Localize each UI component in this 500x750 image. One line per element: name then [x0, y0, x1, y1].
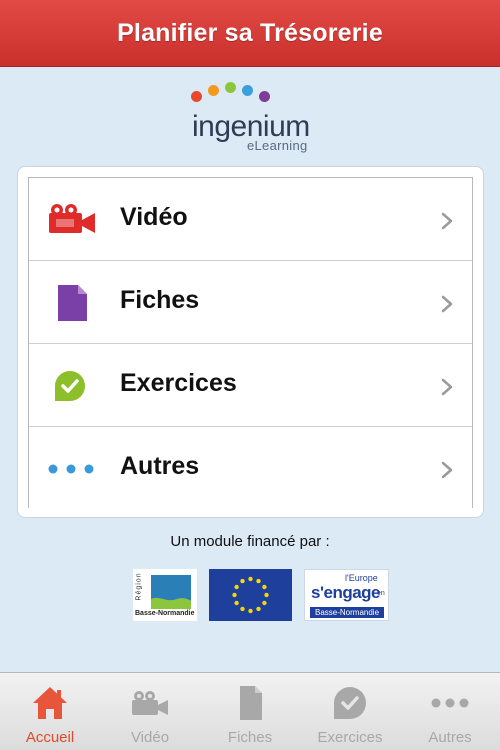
video-camera-icon: [132, 691, 168, 715]
home-icon: [33, 687, 67, 719]
tab-label: Autres: [428, 729, 472, 746]
tab-label: Accueil: [25, 729, 75, 746]
main-menu-list: Vidéo Fiches Exercices Autres: [28, 177, 473, 510]
menu-item-label: Vidéo: [120, 203, 188, 231]
menu-item-label: Fiches: [120, 286, 200, 314]
logo-subtitle: eLearning: [247, 138, 308, 153]
tab-accueil[interactable]: Accueil: [0, 673, 100, 750]
tab-video[interactable]: Vidéo: [100, 673, 200, 750]
tab-exercices[interactable]: Exercices: [300, 673, 400, 750]
region-name: Basse-Normandie: [135, 610, 195, 617]
region-vertical-label: Région: [135, 572, 143, 601]
menu-item-exercices[interactable]: Exercices: [29, 344, 472, 427]
chevron-right-icon: [441, 461, 453, 479]
page-title: Planifier sa Trésorerie: [117, 18, 383, 47]
europe-engage-top: l'Europe: [345, 573, 378, 583]
chevron-right-icon: [441, 295, 453, 313]
logo-dot-orange: [208, 85, 219, 96]
more-dots-icon: [431, 698, 469, 708]
region-logo: Région Basse-Normandie: [133, 569, 197, 621]
europe-engage-middle: s'engage: [311, 583, 381, 602]
menu-item-autres[interactable]: Autres: [29, 427, 472, 510]
video-camera-icon: [49, 204, 95, 233]
document-icon: [240, 686, 262, 720]
logo-dot-green: [225, 82, 236, 93]
menu-item-video[interactable]: Vidéo: [29, 178, 472, 261]
tab-label: Fiches: [227, 729, 273, 746]
document-icon: [58, 285, 87, 321]
more-dots-icon: [48, 464, 94, 474]
logo-dot-blue: [242, 85, 253, 96]
tab-label: Exercices: [317, 729, 383, 746]
tab-fiches[interactable]: Fiches: [200, 673, 300, 750]
menu-item-fiches[interactable]: Fiches: [29, 261, 472, 344]
tab-label: Vidéo: [130, 729, 170, 746]
logo-dot-red: [191, 91, 202, 102]
funding-caption: Un module financé par :: [170, 533, 330, 550]
ingenium-logo: ingenium eLearning: [160, 80, 340, 155]
main-menu-card: Vidéo Fiches Exercices Autres: [17, 166, 484, 518]
app-header: Planifier sa Trésorerie: [0, 0, 500, 67]
logo-dot-purple: [259, 91, 270, 102]
tab-autres[interactable]: Autres: [400, 673, 500, 750]
check-bubble-icon: [334, 687, 366, 719]
europe-engage-logo: l'Europe s'engage en Basse-Normandie: [304, 569, 389, 621]
eu-flag-icon: [232, 576, 269, 614]
eu-flag-logo: [209, 569, 292, 621]
tab-bar: Accueil Vidéo Fiches Exercices Autres: [0, 672, 500, 750]
menu-item-label: Exercices: [120, 369, 237, 397]
europe-engage-small: en: [377, 590, 385, 597]
chevron-right-icon: [441, 378, 453, 396]
check-bubble-icon: [55, 371, 85, 401]
menu-item-label: Autres: [120, 452, 200, 480]
europe-engage-bottom: Basse-Normandie: [310, 607, 384, 618]
chevron-right-icon: [441, 212, 453, 230]
